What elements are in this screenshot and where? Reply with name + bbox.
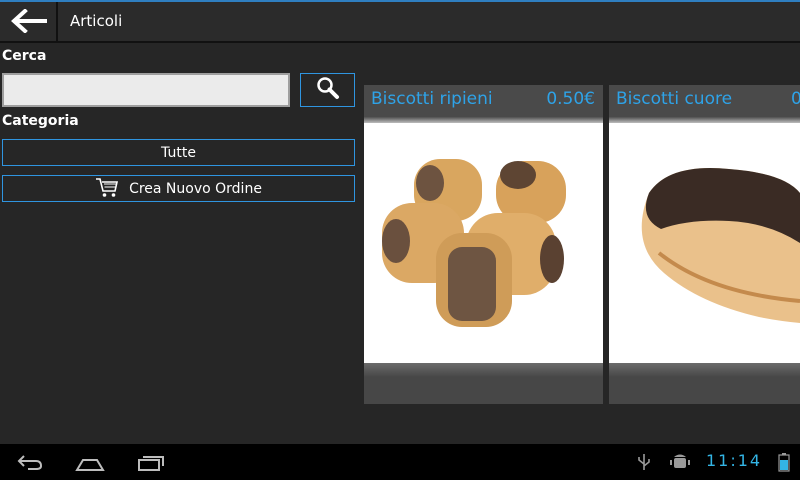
recent-apps-icon[interactable] — [137, 452, 165, 476]
create-order-button[interactable]: Crea Nuovo Ordine — [2, 175, 355, 202]
category-selector[interactable]: Tutte — [2, 139, 355, 166]
product-card-header: Biscotti cuore 0 — [609, 85, 800, 123]
product-price: 0 — [791, 89, 800, 109]
cart-icon — [95, 176, 119, 202]
product-card-header: Biscotti ripieni 0.50€ — [364, 85, 603, 123]
product-image — [609, 123, 800, 363]
product-card[interactable]: Biscotti ripieni 0.50€ — [364, 85, 603, 404]
category-label: Categoria — [2, 113, 79, 129]
page-title: Articoli — [70, 12, 123, 30]
product-card[interactable]: Biscotti cuore 0 — [609, 85, 800, 404]
product-name: Biscotti ripieni — [371, 89, 493, 109]
home-icon[interactable] — [75, 452, 105, 476]
search-label: Cerca — [2, 48, 47, 64]
android-debug-icon — [670, 452, 690, 476]
create-order-label: Crea Nuovo Ordine — [129, 180, 262, 197]
action-bar: Articoli — [0, 0, 800, 43]
product-price: 0.50€ — [546, 89, 595, 109]
product-card-footer — [364, 363, 603, 404]
back-icon[interactable] — [16, 452, 44, 476]
search-button[interactable] — [300, 73, 355, 107]
product-name: Biscotti cuore — [616, 89, 733, 109]
search-input[interactable] — [2, 73, 290, 107]
usb-icon — [636, 452, 652, 476]
system-nav-bar: 11:14 — [0, 444, 800, 480]
category-value: Tutte — [161, 144, 196, 161]
product-card-footer — [609, 363, 800, 404]
clock: 11:14 — [706, 451, 763, 470]
back-button[interactable] — [0, 2, 58, 43]
product-image — [364, 123, 603, 363]
search-icon — [316, 76, 340, 104]
arrow-left-icon — [9, 7, 47, 37]
battery-icon — [778, 452, 790, 476]
